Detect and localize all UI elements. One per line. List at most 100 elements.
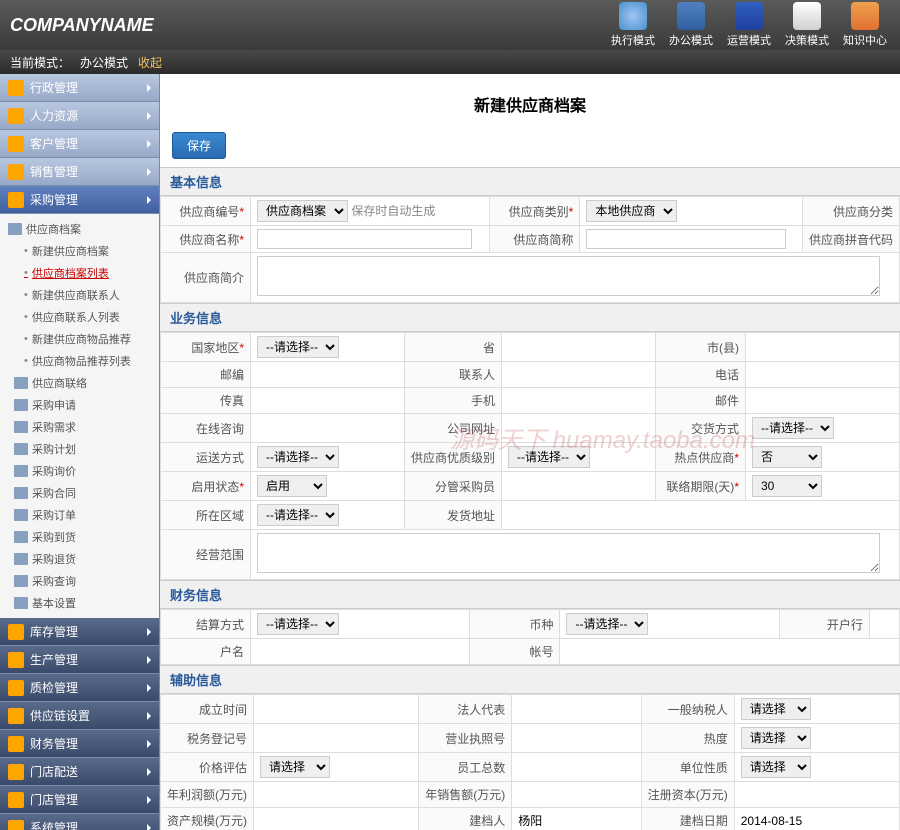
settle-select[interactable]: --请选择--	[257, 613, 339, 635]
chevron-right-icon	[147, 796, 151, 804]
basic-form: 供应商编号* 供应商档案 保存时自动生成 供应商类别* 本地供应商 供应商分类 …	[160, 196, 900, 303]
purchase-icon	[8, 192, 24, 208]
collapse-link[interactable]: 收起	[138, 54, 162, 71]
nav-hr[interactable]: 人力资源	[0, 102, 159, 130]
folder-order[interactable]: 采购订单	[0, 504, 159, 526]
mode-value: 办公模式	[80, 54, 128, 71]
vendor-no-select[interactable]: 供应商档案	[257, 200, 348, 222]
subnav-new-contact[interactable]: 新建供应商联系人	[0, 284, 159, 306]
create-date-value: 2014-08-15	[734, 808, 899, 830]
heat-select[interactable]: 请选择	[741, 727, 811, 749]
mode-operate[interactable]: 运营模式	[724, 2, 774, 48]
folder-icon	[8, 80, 24, 96]
section-basic: 基本信息	[160, 167, 900, 196]
subnav-new-vendor[interactable]: 新建供应商档案	[0, 240, 159, 262]
nav-delivery[interactable]: 门店配送	[0, 758, 159, 786]
header-bar: COMPANYNAME 执行模式 办公模式 运营模式 决策模式 知识中心	[0, 0, 900, 50]
extra-form: 成立时间 法人代表 一般纳税人 请选择 税务登记号 营业执照号 热度 请选择 价…	[160, 694, 900, 830]
check-icon	[8, 680, 24, 696]
subnav-vendor-list[interactable]: 供应商档案列表	[0, 262, 159, 284]
folder-contact[interactable]: 供应商联络	[0, 372, 159, 394]
knowledge-center[interactable]: 知识中心	[840, 2, 890, 48]
nav-qc[interactable]: 质检管理	[0, 674, 159, 702]
mode-decision[interactable]: 决策模式	[782, 2, 832, 48]
chevron-right-icon	[147, 628, 151, 636]
truck-icon	[8, 764, 24, 780]
creator-value: 杨阳	[512, 808, 642, 830]
price-eval-select[interactable]: 请选择	[260, 756, 330, 778]
nav-supply[interactable]: 供应链设置	[0, 702, 159, 730]
subnav-purchase: 供应商档案 新建供应商档案 供应商档案列表 新建供应商联系人 供应商联系人列表 …	[0, 214, 159, 618]
nav-customer[interactable]: 客户管理	[0, 130, 159, 158]
folder-query[interactable]: 采购查询	[0, 570, 159, 592]
section-extra: 辅助信息	[160, 665, 900, 694]
subheader: 当前模式： 办公模式 收起	[0, 50, 900, 74]
chevron-right-icon	[147, 684, 151, 692]
vendor-short-input[interactable]	[586, 229, 785, 249]
currency-select[interactable]: --请选择--	[566, 613, 648, 635]
folder-inquiry[interactable]: 采购询价	[0, 460, 159, 482]
vendor-type-select[interactable]: 本地供应商	[586, 200, 677, 222]
chevron-right-icon	[147, 168, 151, 176]
subnav-folder-vendor[interactable]: 供应商档案	[0, 218, 159, 240]
chevron-right-icon	[147, 196, 151, 204]
contact-days-select[interactable]: 30	[752, 475, 822, 497]
taxpayer-select[interactable]: 请选择	[741, 698, 811, 720]
chevron-right-icon	[147, 140, 151, 148]
quality-select[interactable]: --请选择--	[508, 446, 590, 468]
area-select[interactable]: --请选择--	[257, 504, 339, 526]
nav-admin[interactable]: 行政管理	[0, 74, 159, 102]
chevron-right-icon	[147, 656, 151, 664]
nav-sales[interactable]: 销售管理	[0, 158, 159, 186]
country-select[interactable]: --请选择--	[257, 336, 339, 358]
hot-select[interactable]: 否	[752, 446, 822, 468]
unit-type-select[interactable]: 请选择	[741, 756, 811, 778]
subnav-new-recommend[interactable]: 新建供应商物品推荐	[0, 328, 159, 350]
section-business: 业务信息	[160, 303, 900, 332]
transport-select[interactable]: --请选择--	[257, 446, 339, 468]
nav-finance[interactable]: 财务管理	[0, 730, 159, 758]
chevron-right-icon	[147, 824, 151, 830]
finance-form: 结算方式 --请选择-- 币种 --请选择-- 开户行 户名 帐号	[160, 609, 900, 665]
box-icon	[8, 624, 24, 640]
business-form: 国家地区* --请选择-- 省 市(县) 邮编 联系人 电话 传真 手机 邮件 …	[160, 332, 900, 580]
person-icon	[8, 108, 24, 124]
subnav-contact-list[interactable]: 供应商联系人列表	[0, 306, 159, 328]
nav-store[interactable]: 门店管理	[0, 786, 159, 814]
delivery-select[interactable]: --请选择--	[752, 417, 834, 439]
vendor-intro-textarea[interactable]	[257, 256, 880, 296]
save-button[interactable]: 保存	[172, 132, 226, 159]
folder-arrival[interactable]: 采购到货	[0, 526, 159, 548]
folder-plan[interactable]: 采购计划	[0, 438, 159, 460]
chevron-right-icon	[147, 740, 151, 748]
nav-purchase[interactable]: 采购管理	[0, 186, 159, 214]
mode-execute[interactable]: 执行模式	[608, 2, 658, 48]
chevron-right-icon	[147, 112, 151, 120]
system-icon	[8, 820, 24, 830]
chain-icon	[8, 708, 24, 724]
sidebar: 行政管理 人力资源 客户管理 销售管理 采购管理 供应商档案 新建供应商档案 供…	[0, 74, 160, 830]
folder-contract[interactable]: 采购合同	[0, 482, 159, 504]
logo: COMPANYNAME	[10, 15, 608, 36]
gear-icon	[8, 652, 24, 668]
vendor-name-input[interactable]	[257, 229, 472, 249]
folder-apply[interactable]: 采购申请	[0, 394, 159, 416]
nav-system[interactable]: 系统管理	[0, 814, 159, 830]
content-area: 新建供应商档案 保存 基本信息 供应商编号* 供应商档案 保存时自动生成 供应商…	[160, 74, 900, 830]
header-mode-icons: 执行模式 办公模式 运营模式 决策模式 知识中心	[608, 2, 890, 48]
section-finance: 财务信息	[160, 580, 900, 609]
page-title: 新建供应商档案	[160, 84, 900, 128]
status-select[interactable]: 启用	[257, 475, 327, 497]
folder-settings[interactable]: 基本设置	[0, 592, 159, 614]
store-icon	[8, 792, 24, 808]
subnav-recommend-list[interactable]: 供应商物品推荐列表	[0, 350, 159, 372]
chevron-right-icon	[147, 768, 151, 776]
mode-label: 当前模式：	[10, 54, 70, 71]
sales-icon	[8, 164, 24, 180]
folder-demand[interactable]: 采购需求	[0, 416, 159, 438]
mode-office[interactable]: 办公模式	[666, 2, 716, 48]
nav-inventory[interactable]: 库存管理	[0, 618, 159, 646]
folder-return[interactable]: 采购退货	[0, 548, 159, 570]
nav-production[interactable]: 生产管理	[0, 646, 159, 674]
scope-textarea[interactable]	[257, 533, 880, 573]
